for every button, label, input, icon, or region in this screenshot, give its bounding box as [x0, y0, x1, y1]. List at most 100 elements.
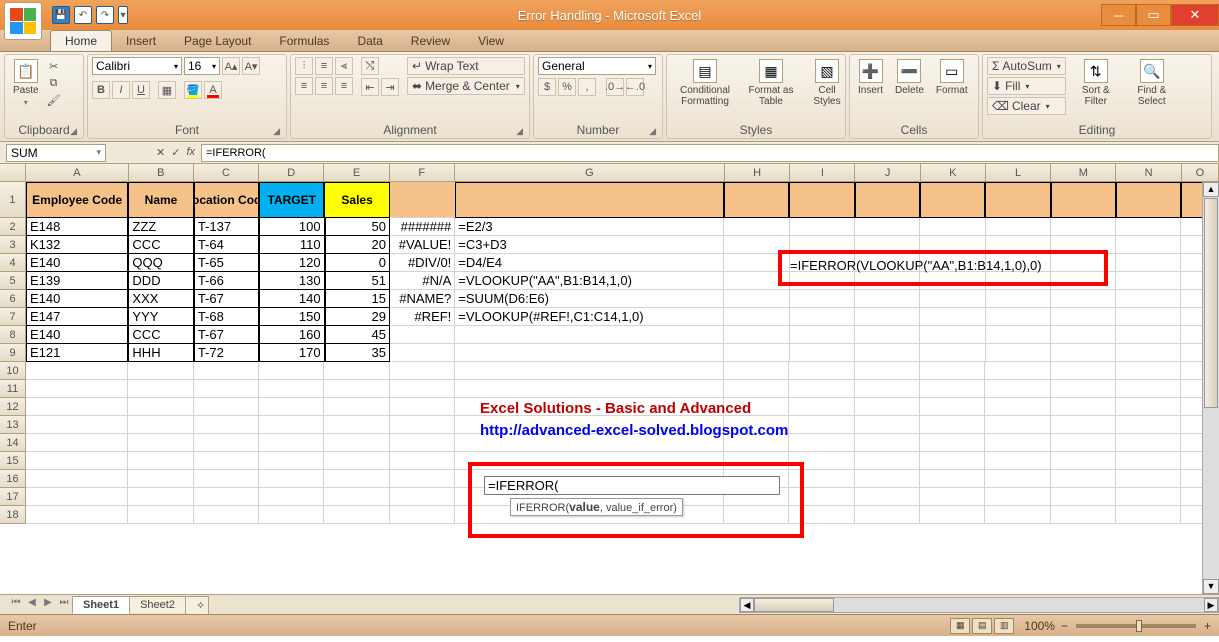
align-center-icon[interactable]: ≡ — [315, 77, 333, 95]
col-header[interactable]: L — [986, 164, 1051, 181]
conditional-formatting-button[interactable]: ▤Conditional Formatting — [671, 57, 739, 109]
col-header[interactable]: H — [725, 164, 790, 181]
view-normal-icon[interactable]: ▦ — [950, 618, 970, 634]
row-header[interactable]: 10 — [0, 362, 26, 380]
currency-icon[interactable]: $ — [538, 78, 556, 96]
row-header[interactable]: 2 — [0, 218, 26, 236]
scroll-left-icon[interactable]: ◀ — [740, 598, 754, 612]
new-sheet-button[interactable]: ✧ — [185, 596, 209, 614]
cut-icon[interactable]: ✂ — [47, 59, 61, 73]
col-header[interactable]: G — [455, 164, 725, 181]
number-format-select[interactable]: General▾ — [538, 57, 656, 75]
row-header[interactable]: 15 — [0, 452, 26, 470]
row-header[interactable]: 18 — [0, 506, 26, 524]
autosum-button[interactable]: ΣAutoSum▾ — [987, 57, 1066, 75]
tab-insert[interactable]: Insert — [112, 31, 170, 51]
horizontal-scrollbar[interactable]: ◀ ▶ — [739, 597, 1219, 613]
insert-cells-button[interactable]: ➕Insert — [854, 57, 887, 98]
name-box[interactable]: SUM▾ — [6, 144, 106, 162]
decrease-indent-icon[interactable]: ⇤ — [361, 78, 379, 96]
grow-font-icon[interactable]: A▴ — [222, 57, 240, 75]
row-header[interactable]: 1 — [0, 182, 26, 218]
align-left-icon[interactable]: ≡ — [295, 77, 313, 95]
minimize-button[interactable]: ─ — [1101, 4, 1136, 26]
tab-formulas[interactable]: Formulas — [265, 31, 343, 51]
qat-more-icon[interactable]: ▾ — [118, 6, 128, 24]
row-header[interactable]: 14 — [0, 434, 26, 452]
office-button[interactable] — [4, 2, 42, 40]
row-header[interactable]: 7 — [0, 308, 26, 326]
col-header[interactable]: M — [1051, 164, 1116, 181]
row-header[interactable]: 17 — [0, 488, 26, 506]
select-all-corner[interactable] — [0, 164, 26, 181]
row-header[interactable]: 5 — [0, 272, 26, 290]
tab-review[interactable]: Review — [397, 31, 464, 51]
sheet-nav-last-icon[interactable]: ⏭ — [56, 597, 72, 613]
align-middle-icon[interactable]: ≡ — [315, 57, 333, 75]
shrink-font-icon[interactable]: A▾ — [242, 57, 260, 75]
underline-button[interactable]: U — [132, 81, 150, 99]
col-header[interactable]: F — [390, 164, 455, 181]
scroll-down-icon[interactable]: ▼ — [1203, 579, 1219, 594]
sort-filter-button[interactable]: ⇅Sort & Filter — [1070, 57, 1122, 109]
sheet-nav-prev-icon[interactable]: ◀ — [24, 597, 40, 613]
sheet-tab-1[interactable]: Sheet1 — [72, 596, 130, 614]
scroll-thumb[interactable] — [1204, 198, 1218, 408]
col-header[interactable]: N — [1116, 164, 1181, 181]
row-header[interactable]: 3 — [0, 236, 26, 254]
vertical-scrollbar[interactable]: ▲ ▼ — [1202, 182, 1219, 594]
view-page-break-icon[interactable]: ▥ — [994, 618, 1014, 634]
scroll-up-icon[interactable]: ▲ — [1203, 182, 1219, 197]
italic-button[interactable]: I — [112, 81, 130, 99]
font-name-select[interactable]: Calibri▾ — [92, 57, 182, 75]
row-header[interactable]: 13 — [0, 416, 26, 434]
merge-center-button[interactable]: ⬌Merge & Center▾ — [407, 77, 525, 95]
sheet-nav-next-icon[interactable]: ▶ — [40, 597, 56, 613]
row-header[interactable]: 12 — [0, 398, 26, 416]
clipboard-launcher-icon[interactable]: ◢ — [70, 126, 77, 137]
format-as-table-button[interactable]: ▦Format as Table — [743, 57, 799, 109]
font-size-select[interactable]: 16▾ — [184, 57, 220, 75]
cancel-formula-icon[interactable]: ✕ — [156, 146, 165, 159]
tab-data[interactable]: Data — [343, 31, 396, 51]
delete-cells-button[interactable]: ➖Delete — [891, 57, 928, 98]
banner-link[interactable]: http://advanced-excel-solved.blogspot.co… — [480, 422, 788, 439]
paste-button[interactable]: 📋 Paste ▾ — [9, 57, 43, 109]
zoom-in-icon[interactable]: + — [1204, 619, 1211, 633]
hscroll-thumb[interactable] — [754, 598, 834, 612]
row-header[interactable]: 9 — [0, 344, 26, 362]
close-button[interactable]: ✕ — [1171, 4, 1219, 26]
col-header[interactable]: J — [855, 164, 920, 181]
col-header[interactable]: I — [790, 164, 855, 181]
zoom-level[interactable]: 100% — [1024, 619, 1055, 633]
row-header[interactable]: 8 — [0, 326, 26, 344]
tab-view[interactable]: View — [464, 31, 518, 51]
copy-icon[interactable]: ⧉ — [47, 76, 61, 90]
fill-button[interactable]: ⬇Fill▾ — [987, 77, 1066, 95]
col-header[interactable]: A — [26, 164, 128, 181]
view-page-layout-icon[interactable]: ▤ — [972, 618, 992, 634]
fill-color-button[interactable]: 🪣 — [184, 81, 202, 99]
zoom-slider[interactable] — [1076, 624, 1196, 628]
enter-formula-icon[interactable]: ✓ — [171, 146, 180, 159]
font-launcher-icon[interactable]: ◢ — [273, 126, 280, 137]
fx-icon[interactable]: fx — [186, 146, 195, 159]
align-right-icon[interactable]: ≡ — [335, 77, 353, 95]
tab-home[interactable]: Home — [50, 30, 112, 51]
orientation-icon[interactable]: ⤭ — [361, 57, 379, 75]
increase-decimal-icon[interactable]: .0→ — [606, 78, 624, 96]
col-header[interactable]: E — [324, 164, 389, 181]
col-header[interactable]: C — [194, 164, 259, 181]
col-header[interactable]: D — [259, 164, 324, 181]
sheet-nav-first-icon[interactable]: ⏮ — [8, 597, 24, 613]
save-icon[interactable]: 💾 — [52, 6, 70, 24]
col-header[interactable]: K — [921, 164, 986, 181]
bold-button[interactable]: B — [92, 81, 110, 99]
font-color-button[interactable]: A — [204, 81, 222, 99]
row-header[interactable]: 16 — [0, 470, 26, 488]
percent-icon[interactable]: % — [558, 78, 576, 96]
border-button[interactable]: ▦ — [158, 81, 176, 99]
maximize-button[interactable]: ▭ — [1136, 4, 1171, 26]
format-painter-icon[interactable]: 🖌 — [47, 93, 61, 107]
formula-input[interactable]: =IFERROR( — [201, 144, 1219, 162]
